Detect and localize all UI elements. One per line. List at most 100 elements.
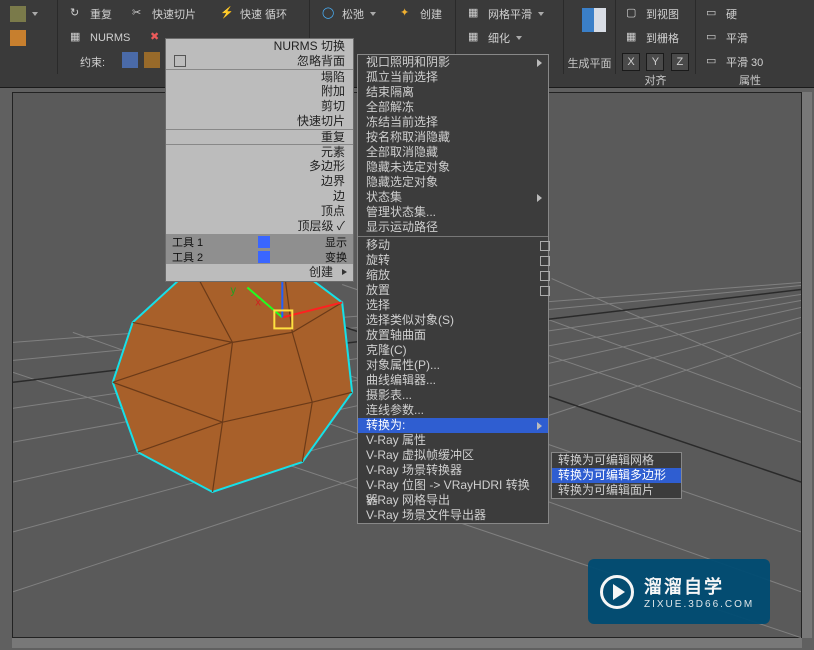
ctx-item-27[interactable]: V-Ray 虚拟帧缓冲区 bbox=[358, 448, 548, 463]
qm-vertex[interactable]: 顶点 bbox=[166, 204, 353, 219]
ribbon-group-props-label: 属性 bbox=[696, 72, 804, 88]
qm-collapse[interactable]: 塌陷 bbox=[166, 69, 353, 84]
create-icon: ✦ bbox=[400, 6, 416, 22]
ctx-item-11[interactable]: 显示运动路径 bbox=[358, 220, 548, 235]
ctx-item-2[interactable]: 结束隔离 bbox=[358, 85, 548, 100]
qm-cut[interactable]: 剪切 bbox=[166, 99, 353, 114]
axis-z-button[interactable]: Z bbox=[671, 53, 689, 71]
mesh-icon: ▦ bbox=[468, 6, 484, 22]
create-button[interactable]: ✦创建 bbox=[396, 4, 446, 24]
ctx-item-22[interactable]: 曲线编辑器... bbox=[358, 373, 548, 388]
convert-submenu: 转换为可编辑网格转换为可编辑多边形转换为可编辑面片 bbox=[551, 452, 682, 499]
grid2-icon: ▦ bbox=[626, 30, 642, 46]
ctx-item-30[interactable]: V-Ray 网格导出 bbox=[358, 493, 548, 508]
context-menu: 视口照明和阴影孤立当前选择结束隔离全部解冻冻结当前选择按名称取消隐藏全部取消隐藏… bbox=[357, 54, 549, 524]
nurms-button[interactable]: ▦ NURMS bbox=[66, 28, 134, 48]
nurms-label: NURMS bbox=[90, 32, 130, 44]
toview-button[interactable]: ▢到视图 bbox=[622, 4, 683, 24]
redo-button[interactable]: ↻重复 bbox=[66, 4, 116, 24]
quickslice-button[interactable]: ✂快速切片 bbox=[128, 4, 200, 24]
ctx-item-28[interactable]: V-Ray 场景转换器 bbox=[358, 463, 548, 478]
qm-attach[interactable]: 附加 bbox=[166, 84, 353, 99]
selected-object[interactable]: y x bbox=[113, 258, 352, 492]
smooth-label: 平滑 bbox=[726, 30, 748, 46]
constraint-btn-1[interactable] bbox=[118, 50, 142, 70]
ctx-item-3[interactable]: 全部解冻 bbox=[358, 100, 548, 115]
qm-element[interactable]: 元素 bbox=[166, 144, 353, 159]
plane-icon bbox=[582, 8, 606, 32]
axis-x-label: x bbox=[255, 296, 261, 308]
qm-polygon[interactable]: 多边形 bbox=[166, 159, 353, 174]
ctx-item-18[interactable]: 选择类似对象(S) bbox=[358, 313, 548, 328]
ctx-item-0[interactable]: 视口照明和阴影 bbox=[358, 55, 548, 70]
qm-ignore-backface[interactable]: 忽略背面 bbox=[166, 54, 353, 69]
qm-edge[interactable]: 边 bbox=[166, 189, 353, 204]
grid-icon: ▦ bbox=[70, 30, 86, 46]
constraint-label: 约束: bbox=[76, 52, 109, 72]
scrollbar-horizontal[interactable] bbox=[12, 638, 802, 648]
qm-tool2-header[interactable]: 工具 2变换 bbox=[166, 249, 353, 264]
square-icon bbox=[258, 236, 270, 248]
smooth30-icon: ▭ bbox=[706, 54, 722, 70]
togrid-button[interactable]: ▦到栅格 bbox=[622, 28, 683, 48]
ribbon-btn-1[interactable] bbox=[6, 4, 42, 24]
ribbon-btn-2[interactable] bbox=[6, 28, 30, 48]
ctx-item-15[interactable]: 缩放 bbox=[358, 268, 548, 283]
ctx-item-1[interactable]: 孤立当前选择 bbox=[358, 70, 548, 85]
ctx-item-4[interactable]: 冻结当前选择 bbox=[358, 115, 548, 130]
refine-button[interactable]: ▦细化 bbox=[464, 28, 526, 48]
ctx-item-23[interactable]: 摄影表... bbox=[358, 388, 548, 403]
constraint-btn-2[interactable] bbox=[140, 50, 164, 70]
ctx-item-14[interactable]: 旋转 bbox=[358, 253, 548, 268]
qm-repeat[interactable]: 重复 bbox=[166, 129, 353, 144]
watermark: 溜溜自学 ZIXUE.3D66.COM bbox=[588, 559, 770, 624]
ctx-item-19[interactable]: 放置轴曲面 bbox=[358, 328, 548, 343]
ctx-item-9[interactable]: 状态集 bbox=[358, 190, 548, 205]
qm-quickslice[interactable]: 快速切片 bbox=[166, 114, 353, 129]
ctx-item-8[interactable]: 隐藏选定对象 bbox=[358, 175, 548, 190]
convert-item-2[interactable]: 转换为可编辑面片 bbox=[552, 483, 681, 498]
ctx-item-5[interactable]: 按名称取消隐藏 bbox=[358, 130, 548, 145]
quickloop-label: 快速 循环 bbox=[240, 6, 287, 22]
axis-x-button[interactable]: X bbox=[622, 53, 640, 71]
refine-icon: ▦ bbox=[468, 30, 484, 46]
convert-item-1[interactable]: 转换为可编辑多边形 bbox=[552, 468, 681, 483]
ctx-item-16[interactable]: 放置 bbox=[358, 283, 548, 298]
scrollbar-vertical[interactable] bbox=[802, 92, 812, 638]
relax-button[interactable]: ◯松弛 bbox=[318, 4, 380, 24]
qm-nurms-toggle[interactable]: NURMS 切换 bbox=[166, 39, 353, 54]
quickslice-label: 快速切片 bbox=[152, 6, 196, 22]
qm-border[interactable]: 边界 bbox=[166, 174, 353, 189]
ctx-item-31[interactable]: V-Ray 场景文件导出器 bbox=[358, 508, 548, 523]
hard-icon: ▭ bbox=[706, 6, 722, 22]
ctx-item-25[interactable]: 转换为: bbox=[358, 418, 548, 433]
slice-icon: ✂ bbox=[132, 6, 148, 22]
genplane-button[interactable] bbox=[578, 6, 610, 34]
view-icon: ▢ bbox=[626, 6, 642, 22]
meshsmooth-button[interactable]: ▦网格平滑 bbox=[464, 4, 548, 24]
toview-label: 到视图 bbox=[646, 6, 679, 22]
ctx-item-20[interactable]: 克隆(C) bbox=[358, 343, 548, 358]
square-icon bbox=[258, 251, 270, 263]
ctx-item-13[interactable]: 移动 bbox=[358, 238, 548, 253]
convert-item-0[interactable]: 转换为可编辑网格 bbox=[552, 453, 681, 468]
axis-y-button[interactable]: Y bbox=[646, 53, 664, 71]
quad-menu-left: NURMS 切换 忽略背面 塌陷 附加 剪切 快速切片 重复 元素 多边形 边界… bbox=[165, 38, 354, 282]
ctx-item-6[interactable]: 全部取消隐藏 bbox=[358, 145, 548, 160]
smooth-button[interactable]: ▭平滑 bbox=[702, 28, 752, 48]
qm-create[interactable]: 创建 bbox=[166, 264, 353, 281]
hard-button[interactable]: ▭硬 bbox=[702, 4, 741, 24]
quickloop-button[interactable]: ⚡快速 循环 bbox=[216, 4, 291, 24]
ctx-item-17[interactable]: 选择 bbox=[358, 298, 548, 313]
smooth30-button[interactable]: ▭平滑 30 bbox=[702, 52, 767, 72]
ctx-item-24[interactable]: 连线参数... bbox=[358, 403, 548, 418]
ctx-item-26[interactable]: V-Ray 属性 bbox=[358, 433, 548, 448]
ctx-item-10[interactable]: 管理状态集... bbox=[358, 205, 548, 220]
menu-separator bbox=[358, 236, 548, 237]
ctx-item-21[interactable]: 对象属性(P)... bbox=[358, 358, 548, 373]
ctx-item-29[interactable]: V-Ray 位图 -> VRayHDRI 转换器 bbox=[358, 478, 548, 493]
qm-toplevel[interactable]: 顶层级 ✓ bbox=[166, 219, 353, 234]
ctx-item-7[interactable]: 隐藏未选定对象 bbox=[358, 160, 548, 175]
loop-icon: ⚡ bbox=[220, 6, 236, 22]
qm-tool1-header[interactable]: 工具 1显示 bbox=[166, 234, 353, 249]
